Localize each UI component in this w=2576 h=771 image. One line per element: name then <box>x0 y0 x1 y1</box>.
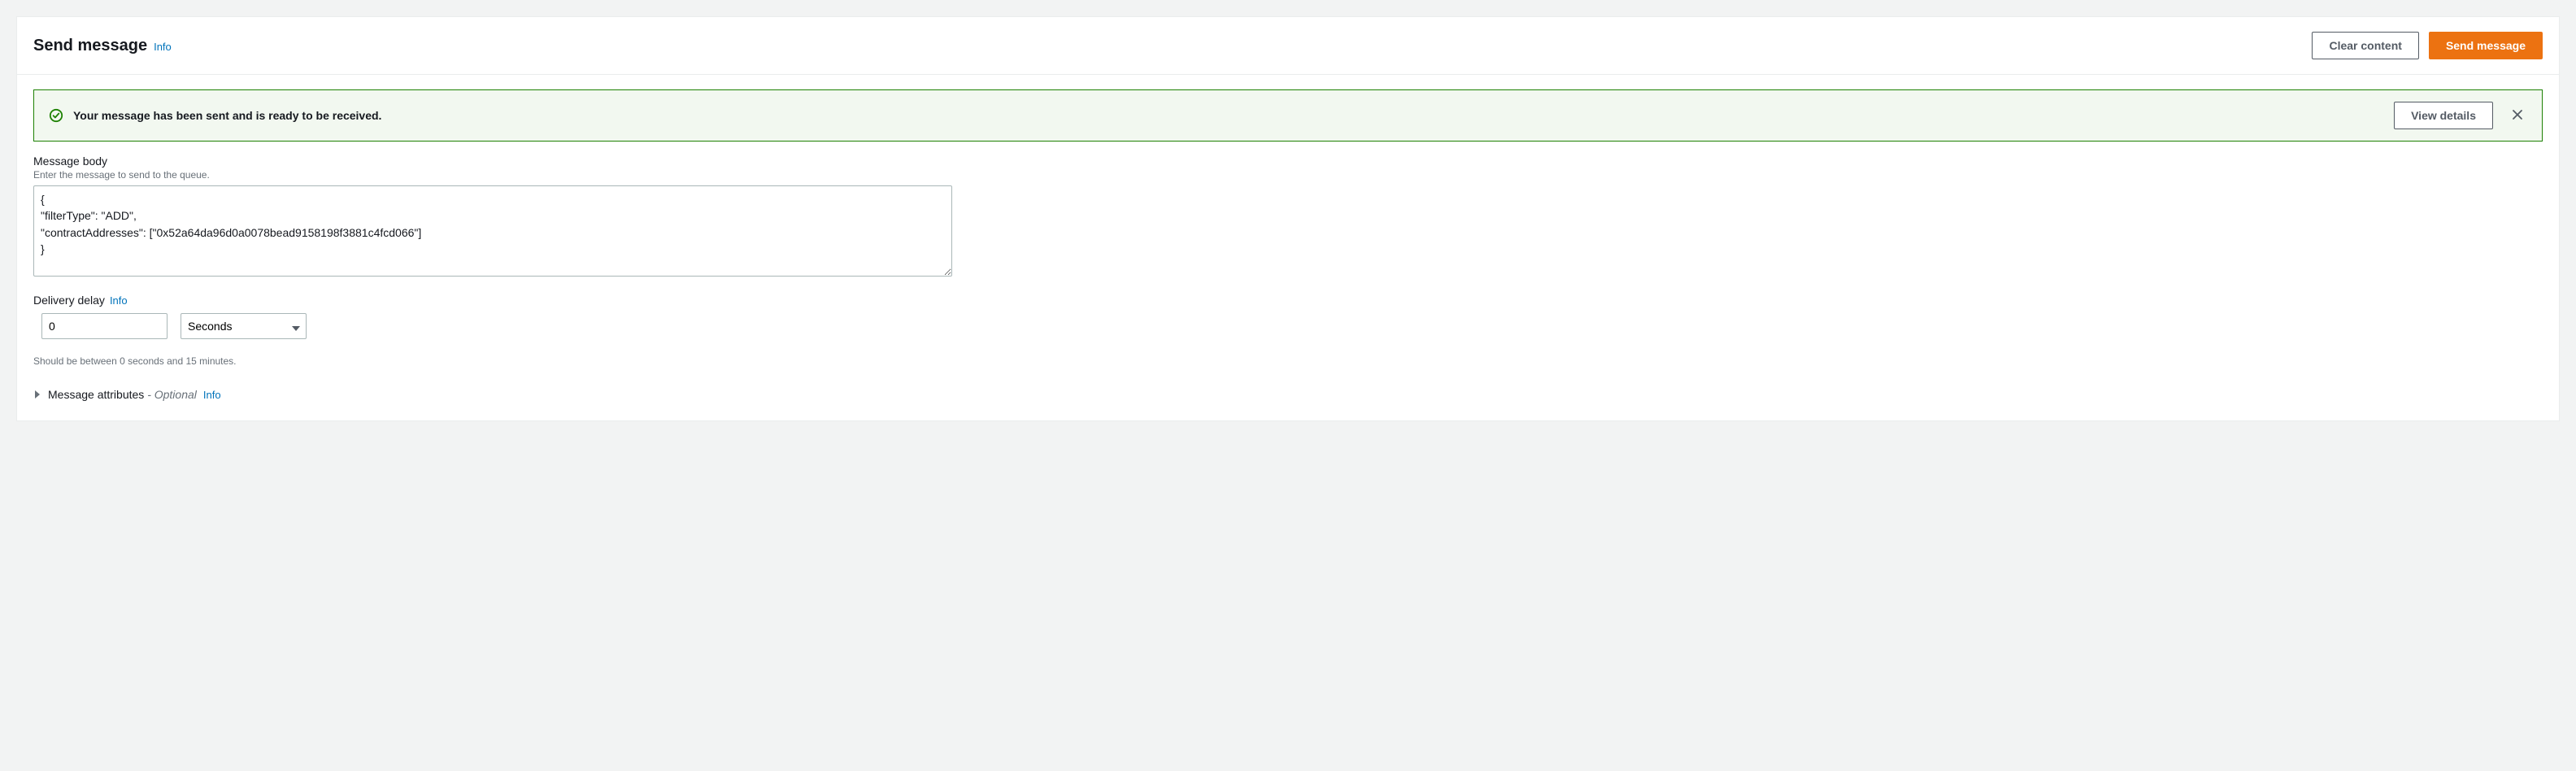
panel-header: Send message Info Clear content Send mes… <box>17 17 2559 75</box>
panel-title-group: Send message Info <box>33 37 172 55</box>
delivery-delay-info-link[interactable]: Info <box>110 294 128 307</box>
caret-right-icon <box>33 388 41 396</box>
message-attributes-info-link[interactable]: Info <box>203 389 221 401</box>
message-body-textarea[interactable] <box>33 185 952 277</box>
message-attributes-label: Message attributes - Optional <box>48 388 197 401</box>
alert-close-button[interactable] <box>2508 106 2527 125</box>
delivery-delay-value-input[interactable] <box>41 313 168 339</box>
message-body-hint: Enter the message to send to the queue. <box>33 169 2543 181</box>
alert-message: Your message has been sent and is ready … <box>73 109 381 122</box>
send-message-button[interactable]: Send message <box>2429 32 2543 59</box>
delivery-delay-label-row: Delivery delay Info <box>33 294 2543 307</box>
header-info-link[interactable]: Info <box>154 41 172 53</box>
success-alert: Your message has been sent and is ready … <box>33 89 2543 142</box>
delivery-delay-section: Delivery delay Info Seconds Should be be… <box>33 294 2543 367</box>
message-attributes-optional: - Optional <box>147 388 197 401</box>
delivery-delay-unit-wrap: Seconds <box>181 313 307 339</box>
send-message-panel: Send message Info Clear content Send mes… <box>16 16 2560 421</box>
page-title: Send message <box>33 37 147 55</box>
alert-content: Your message has been sent and is ready … <box>49 108 381 123</box>
delivery-delay-controls: Seconds <box>41 313 2543 339</box>
close-icon <box>2511 108 2524 124</box>
message-attributes-text: Message attributes <box>48 388 144 401</box>
delivery-delay-unit-select[interactable]: Seconds <box>181 313 307 339</box>
delivery-delay-label: Delivery delay <box>33 294 105 307</box>
delivery-delay-constraint: Should be between 0 seconds and 15 minut… <box>33 355 2543 367</box>
header-actions: Clear content Send message <box>2312 32 2543 59</box>
success-check-icon <box>49 108 63 123</box>
message-body-label: Message body <box>33 155 2543 168</box>
alert-actions: View details <box>2394 102 2527 129</box>
view-details-button[interactable]: View details <box>2394 102 2493 129</box>
clear-content-button[interactable]: Clear content <box>2312 32 2418 59</box>
panel-body: Your message has been sent and is ready … <box>17 75 2559 420</box>
message-attributes-expander[interactable]: Message attributes - Optional Info <box>33 388 2543 401</box>
